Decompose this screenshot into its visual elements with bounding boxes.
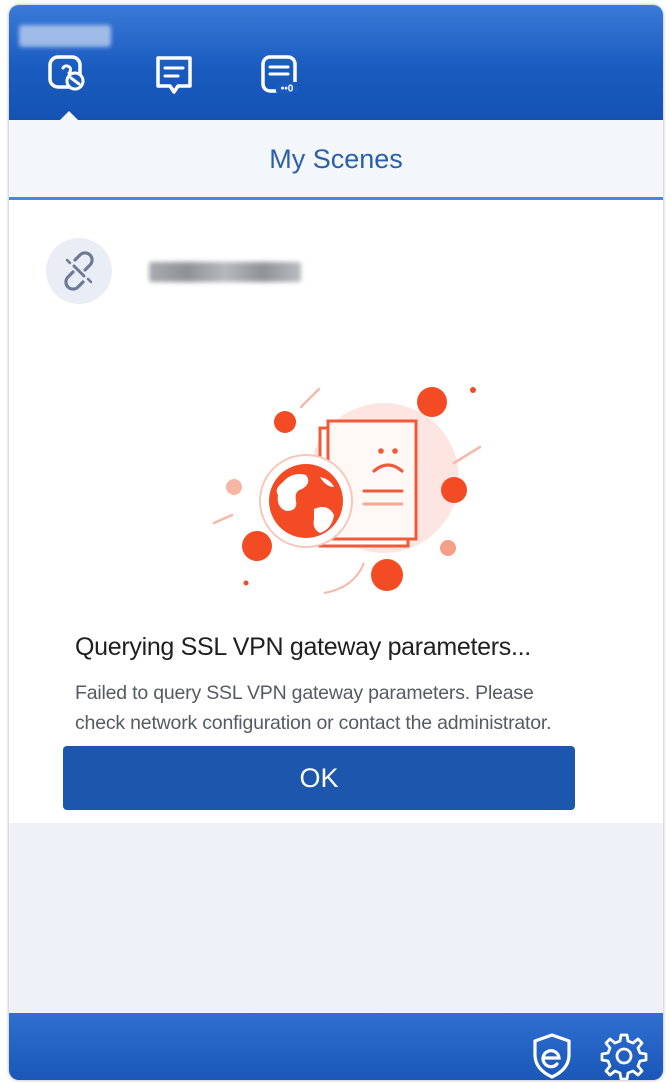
tab-messages[interactable] bbox=[151, 52, 197, 98]
dialog-message-line-2: check network configuration or contact t… bbox=[75, 712, 552, 734]
scene-list-item[interactable] bbox=[9, 200, 663, 328]
top-navigation-bar: ••0 bbox=[9, 5, 663, 120]
globe-error-document-icon bbox=[212, 387, 482, 594]
page-title: My Scenes bbox=[269, 143, 403, 174]
active-tab-indicator bbox=[60, 111, 78, 120]
tab-scenes[interactable] bbox=[45, 52, 91, 98]
scene-name-blurred bbox=[149, 262, 301, 282]
link-scene-icon bbox=[48, 55, 85, 91]
dialog-title: Querying SSL VPN gateway parameters... bbox=[75, 633, 531, 661]
message-icon bbox=[156, 56, 192, 94]
scenes-header: My Scenes bbox=[9, 120, 663, 198]
scene-avatar bbox=[46, 238, 112, 304]
shield-e-icon[interactable] bbox=[527, 1031, 577, 1080]
ok-button[interactable]: OK bbox=[63, 746, 575, 810]
app-window: ••0 My Scenes Querying SSL VPN gateway p… bbox=[9, 5, 663, 1080]
broken-link-icon bbox=[64, 251, 94, 291]
message-list-icon: ••0 bbox=[261, 55, 298, 95]
error-dialog: Querying SSL VPN gateway parameters... F… bbox=[9, 328, 663, 823]
dialog-message-line-1: Failed to query SSL VPN gateway paramete… bbox=[75, 682, 534, 704]
dialog-message: Failed to query SSL VPN gateway paramete… bbox=[75, 678, 615, 738]
bottom-toolbar bbox=[9, 1013, 663, 1080]
blurred-window-title bbox=[19, 25, 111, 47]
tab-message-list[interactable]: ••0 bbox=[257, 52, 303, 98]
svg-text:••0: ••0 bbox=[281, 84, 294, 95]
gear-icon[interactable] bbox=[599, 1031, 649, 1080]
